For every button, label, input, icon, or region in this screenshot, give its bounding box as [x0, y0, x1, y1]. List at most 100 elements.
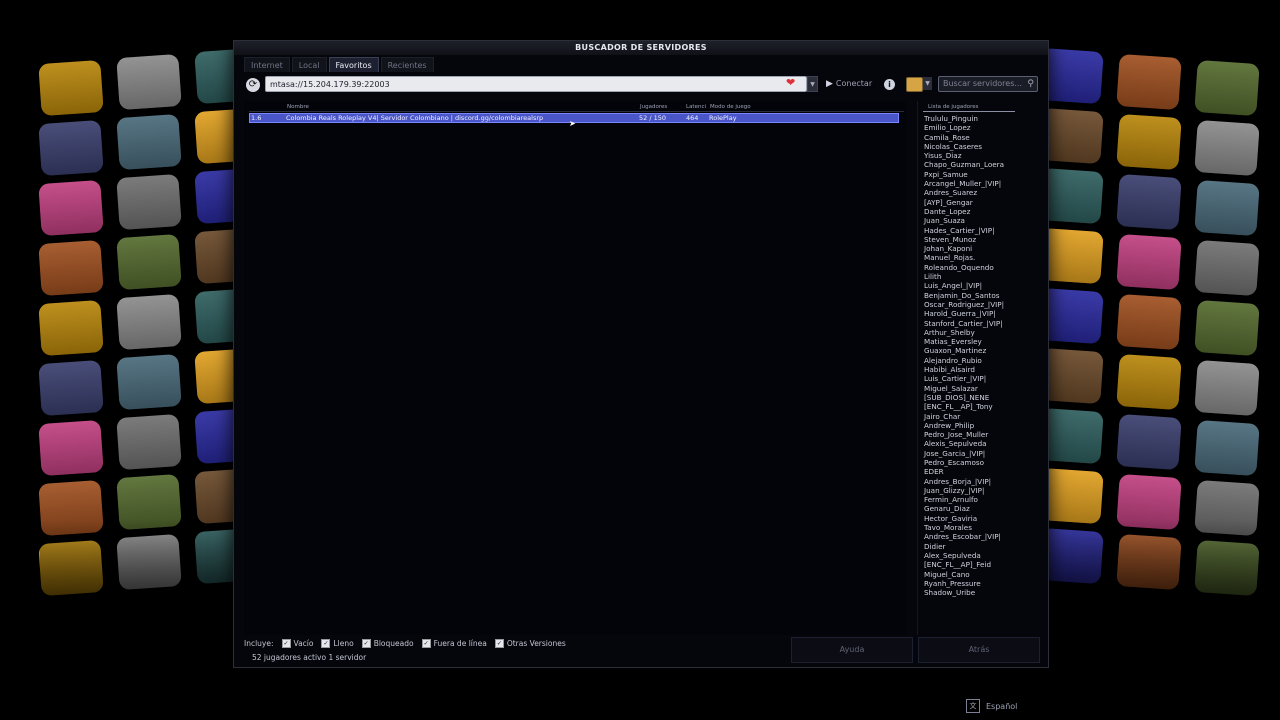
connect-button[interactable]: ▶ Conectar — [826, 77, 872, 91]
player-list-item: Matias_Eversley — [924, 337, 982, 347]
server-gamemode: RolePlay — [709, 114, 737, 122]
player-list-item: Harold_Guerra_|VIP| — [924, 309, 996, 319]
player-list-item: Manuel_Rojas. — [924, 253, 976, 263]
player-list-item: Jose_Garcia_|VIP| — [924, 448, 986, 458]
background-tile — [38, 419, 104, 477]
column-header-gamemode[interactable]: Modo de juego — [710, 104, 751, 110]
window-title: BUSCADOR DE SERVIDORES — [234, 41, 1048, 55]
address-field[interactable]: mtasa://15.204.179.39:22003 — [265, 76, 807, 92]
background-tile — [38, 239, 104, 297]
filter-label: Fuera de línea — [433, 639, 487, 648]
player-list-item: Alex_Sepulveda — [924, 550, 981, 560]
background-tile — [116, 173, 182, 231]
player-list-item: Lilith — [924, 272, 942, 282]
player-list-item: Andres_Escobar_|VIP| — [924, 532, 1001, 542]
background-tile — [1116, 113, 1182, 171]
background-tile — [1116, 173, 1182, 231]
filter-label: Vacío — [293, 639, 314, 648]
checkbox-icon[interactable]: ✓ — [494, 639, 504, 648]
address-dropdown-icon[interactable]: ▼ — [807, 76, 818, 92]
background-tile — [38, 119, 104, 177]
filter-icon[interactable] — [906, 77, 923, 92]
checkbox-icon[interactable]: ✓ — [361, 639, 371, 648]
filter-full-checkbox[interactable]: ✓ Lleno — [321, 639, 354, 648]
language-icon: 文 — [966, 699, 980, 713]
background-tile — [1116, 233, 1182, 291]
player-list-item: Miguel_Cano — [924, 569, 970, 579]
player-list-item: Habibi_Alsaird — [924, 365, 975, 375]
checkbox-icon[interactable]: ✓ — [321, 639, 331, 648]
background-tile — [1194, 119, 1260, 177]
checkbox-icon[interactable]: ✓ — [421, 639, 431, 648]
player-list-item: Johan_Kaponi — [924, 244, 973, 254]
player-list-item: Arthur_Shelby — [924, 327, 975, 337]
column-header-players[interactable]: Jugadores — [640, 104, 667, 110]
play-icon: ▶ — [826, 79, 833, 89]
filter-offline-checkbox[interactable]: ✓ Fuera de línea — [421, 639, 487, 648]
player-list-item: Stanford_Cartier_|VIP| — [924, 318, 1003, 328]
search-input[interactable]: Buscar servidores... ⚲ — [938, 76, 1038, 92]
filter-other-versions-checkbox[interactable]: ✓ Otras Versiones — [494, 639, 566, 648]
column-header-name[interactable]: Nombre — [287, 104, 309, 110]
player-list-item: Hector_Gaviria — [924, 513, 978, 523]
includes-label: Incluye: — [244, 639, 274, 648]
background-tile — [116, 293, 182, 351]
background-tile — [1194, 419, 1260, 477]
help-button[interactable]: Ayuda — [791, 637, 913, 663]
server-latency: 464 — [686, 114, 699, 122]
background-tile — [116, 353, 182, 411]
player-list-item: Genaru_Diaz — [924, 504, 970, 514]
connect-label: Conectar — [835, 79, 873, 88]
background-tile — [38, 299, 104, 357]
player-list-item: [ENC_FL__AP]_Feid — [924, 560, 992, 570]
player-list-item: Luis_Cartier_|VIP| — [924, 374, 987, 384]
checkbox-icon[interactable]: ✓ — [281, 639, 291, 648]
tab-recientes[interactable]: Recientes — [380, 57, 434, 72]
column-header-latency[interactable]: Latenci — [686, 104, 706, 110]
tab-favoritos[interactable]: Favoritos — [328, 57, 379, 72]
player-list-item: [AYP]_Gengar — [924, 197, 973, 207]
info-icon[interactable]: i — [884, 79, 895, 90]
status-text: 52 jugadores activo 1 servidor — [252, 653, 367, 662]
player-list-item: Benjamin_Do_Santos — [924, 290, 1000, 300]
player-list-item: [SUB_DIOS]_NENE — [924, 392, 990, 402]
player-list-item: Shadow_Uribe — [924, 588, 976, 598]
player-list-item: Juan_Glizzy_|VIP| — [924, 485, 985, 495]
player-list-item: Juan_Suaza — [924, 216, 965, 226]
server-browser-window: BUSCADOR DE SERVIDORES Internet Local Fa… — [233, 40, 1049, 668]
player-list-item: Emilio_Lopez — [924, 123, 971, 133]
search-placeholder: Buscar servidores... — [943, 79, 1022, 88]
player-list-item: Dante_Lopez — [924, 206, 971, 216]
filter-label: Bloqueado — [373, 639, 414, 648]
background-tile — [116, 233, 182, 291]
background-tile — [1194, 359, 1260, 417]
server-list[interactable]: Nombre Jugadores Latenci Modo de juego 1… — [244, 101, 906, 635]
filter-dropdown-icon[interactable]: ▼ — [923, 77, 932, 90]
search-icon: ⚲ — [1027, 79, 1034, 89]
server-name: Colombia Reals Roleplay V4| Servidor Col… — [286, 114, 544, 122]
background-tile-wall-right — [1038, 47, 1280, 660]
player-list-item: Fermin_Arnulfo — [924, 495, 978, 505]
player-list-item: Nicolas_Caseres — [924, 141, 983, 151]
player-list-item: Ryanh_Pressure — [924, 578, 981, 588]
player-list-item: Andres_Suarez — [924, 188, 978, 198]
filter-locked-checkbox[interactable]: ✓ Bloqueado — [361, 639, 414, 648]
player-list-item: Tavo_Morales — [924, 523, 972, 533]
wall-fade — [1040, 520, 1280, 660]
back-button[interactable]: Atrás — [918, 637, 1040, 663]
tab-local[interactable]: Local — [291, 57, 327, 72]
favorite-heart-icon[interactable]: ❤ — [786, 77, 795, 89]
background-tile — [1116, 293, 1182, 351]
player-list-item: Alejandro_Rubio — [924, 355, 982, 365]
filter-empty-checkbox[interactable]: ✓ Vacío — [281, 639, 314, 648]
player-list-item: Hades_Cartier_|VIP| — [924, 225, 995, 235]
background-tile — [38, 359, 104, 417]
background-tile — [116, 113, 182, 171]
player-list-item: Camila_Rose — [924, 132, 970, 142]
background-tile — [38, 59, 104, 117]
player-list-panel: Lista de jugadores Trululu_Pinguin Emilio… — [917, 101, 1039, 635]
tab-internet[interactable]: Internet — [244, 57, 290, 72]
language-selector[interactable]: 文 Español — [966, 699, 1017, 713]
player-list-item: Andrew_Philip — [924, 420, 975, 430]
refresh-icon[interactable]: ⟳ — [246, 78, 260, 92]
